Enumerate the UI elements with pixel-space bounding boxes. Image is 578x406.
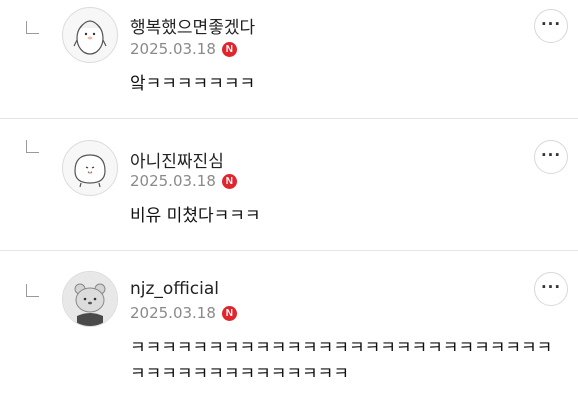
avatar[interactable] [62,271,118,327]
date-row: 2025.03.18 N [130,40,237,58]
reply-comment: 행복했으면좋겠다 2025.03.18 N 앜ㅋㅋㅋㅋㅋㅋㅋ ··· [0,0,578,118]
comment-date: 2025.03.18 [130,40,216,58]
reply-indent-icon [26,21,39,34]
more-options-button[interactable]: ··· [534,272,568,306]
new-badge-icon: N [221,305,237,321]
reply-indent-icon [26,140,39,153]
bear-icon [63,272,117,326]
blob-icon [74,154,106,188]
avatar[interactable] [62,7,118,63]
new-badge-icon: N [221,173,237,189]
comment-date: 2025.03.18 [130,172,216,190]
new-badge-icon: N [221,41,237,57]
nickname[interactable]: njz_official [130,279,219,299]
more-icon: ··· [540,145,562,164]
comment-text: ㅋㅋㅋㅋㅋㅋㅋㅋㅋㅋㅋㅋㅋㅋㅋㅋㅋㅋㅋㅋㅋㅋㅋㅋㅋㅋㅋㅋㅋㅋㅋㅋㅋㅋㅋㅋㅋㅋㅋㅋ… [130,338,553,384]
comment-date: 2025.03.18 [130,304,216,322]
nickname[interactable]: 아니진짜진심 [130,147,224,172]
more-icon: ··· [540,14,562,33]
nickname[interactable]: 행복했으면좋겠다 [130,13,255,38]
date-row: 2025.03.18 N [130,304,237,322]
comment-text: 앜ㅋㅋㅋㅋㅋㅋㅋ [130,74,256,94]
penguin-icon [73,20,107,55]
more-options-button[interactable]: ··· [534,140,568,174]
reply-comment: 아니진짜진심 2025.03.18 N 비유 미쳤다ㅋㅋㅋ ··· [0,119,578,250]
reply-indent-icon [26,284,39,297]
date-row: 2025.03.18 N [130,172,237,190]
more-options-button[interactable]: ··· [534,9,568,43]
avatar[interactable] [62,140,118,196]
more-icon: ··· [540,277,562,296]
reply-comment: njz_official 2025.03.18 N ㅋㅋㅋㅋㅋㅋㅋㅋㅋㅋㅋㅋㅋㅋ… [0,251,578,406]
comment-text: 비유 미쳤다ㅋㅋㅋ [130,206,261,226]
